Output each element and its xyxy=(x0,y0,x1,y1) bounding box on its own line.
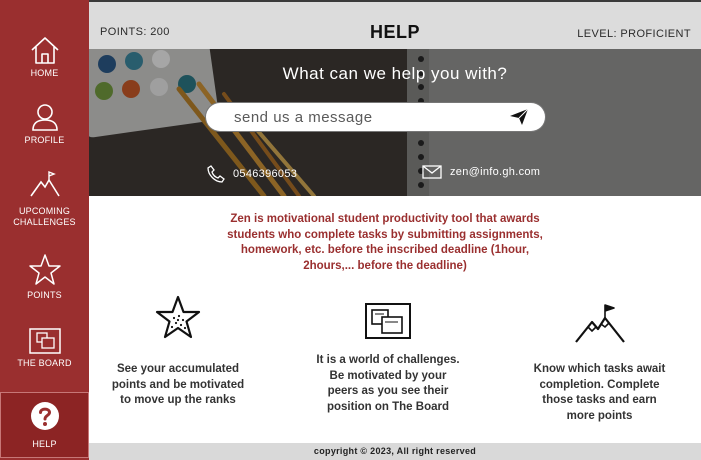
message-input[interactable] xyxy=(234,107,484,127)
footer: copyright © 2023, All right reserved xyxy=(89,443,701,460)
feature-text-line: It is a world of challenges. xyxy=(316,354,460,366)
description-line: homework, etc. before the inscribed dead… xyxy=(240,244,530,256)
feature-text-line: to move up the ranks xyxy=(120,394,236,406)
home-icon xyxy=(30,37,59,64)
feature-text-line: Be motivated by your xyxy=(329,369,447,382)
feature-text-line: more points xyxy=(566,409,633,422)
feature-challenges: Know which tasks await completion. Comple… xyxy=(517,302,682,424)
sidebar: HOME PROFILE UPCOMING CHALLENGES POINTS T… xyxy=(0,0,89,460)
feature-board: It is a world of challenges. Be motivated… xyxy=(302,302,474,415)
board-icon xyxy=(365,303,411,339)
help-question-heading: What can we help you with? xyxy=(282,64,508,83)
description-line: 2hours,... before the deadline) xyxy=(303,259,467,272)
header-bar: POINTS: 200 HELP LEVEL: PROFICIENT xyxy=(89,0,701,49)
phone-number: 0546396053 xyxy=(233,167,298,180)
copyright-text: copyright © 2023, All right reserved xyxy=(313,446,477,456)
phone-icon xyxy=(207,165,225,183)
feature-text-line: peers as you see their xyxy=(327,385,449,397)
sidebar-item-label: HOME xyxy=(30,68,59,78)
feature-text-line: position on The Board xyxy=(326,400,450,413)
sidebar-item-help[interactable]: HELP xyxy=(0,392,89,458)
description-line: students who complete tasks by submittin… xyxy=(227,228,543,241)
star-icon xyxy=(155,295,201,339)
email-address: zen@info.gh.com xyxy=(450,165,541,178)
phone-contact[interactable]: 0546396053 xyxy=(207,165,297,183)
description-line: Zen is motivational student productivity… xyxy=(230,213,540,225)
feature-text-line: those tasks and earn xyxy=(542,394,657,406)
sidebar-item-label: POINTS xyxy=(27,290,62,300)
sidebar-item-upcoming-challenges[interactable]: UPCOMING CHALLENGES xyxy=(0,170,89,228)
sidebar-item-label: THE BOARD xyxy=(17,358,72,368)
message-box xyxy=(206,103,545,131)
sidebar-item-label: UPCOMING xyxy=(18,206,71,216)
sidebar-item-label: CHALLENGES xyxy=(13,217,76,227)
mail-icon xyxy=(422,165,442,179)
user-icon xyxy=(31,104,58,131)
sidebar-item-the-board[interactable]: THE BOARD xyxy=(0,327,89,369)
feature-text-line: See your accumulated xyxy=(116,363,240,375)
feature-text-line: completion. Complete xyxy=(539,378,660,391)
help-icon xyxy=(30,402,59,430)
sidebar-item-label: PROFILE xyxy=(24,135,65,145)
level-indicator: LEVEL: PROFICIENT xyxy=(577,28,691,40)
star-icon xyxy=(28,254,61,285)
mountain-flag-icon xyxy=(574,304,625,343)
app-description: Zen is motivational student productivity… xyxy=(200,212,570,274)
feature-text-line: points and be motivated xyxy=(111,378,245,391)
feature-points: See your accumulated points and be motiva… xyxy=(98,294,258,409)
feature-text-line: Know which tasks await xyxy=(533,363,666,375)
sidebar-item-points[interactable]: POINTS xyxy=(0,253,89,301)
email-contact[interactable]: zen@info.gh.com xyxy=(422,165,540,179)
sidebar-item-profile[interactable]: PROFILE xyxy=(0,102,89,146)
sidebar-item-home[interactable]: HOME xyxy=(0,35,89,79)
sidebar-item-label: HELP xyxy=(32,439,57,449)
mountain-flag-icon xyxy=(29,170,60,197)
board-icon xyxy=(28,328,61,354)
hero-banner: What can we help you with? 0546396053 ze… xyxy=(89,49,701,196)
send-icon[interactable] xyxy=(509,108,529,126)
